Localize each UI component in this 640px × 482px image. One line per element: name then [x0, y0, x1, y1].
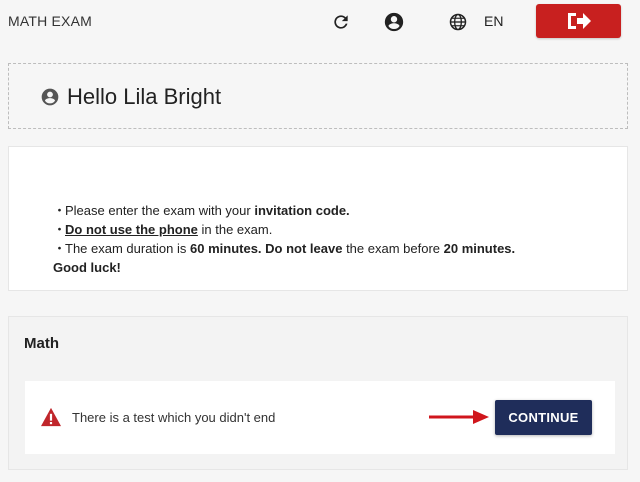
language-button[interactable]: [446, 10, 470, 34]
account-button[interactable]: [382, 10, 406, 34]
account-circle-icon: [384, 12, 404, 32]
warning-icon: [41, 407, 61, 427]
logout-button[interactable]: [536, 4, 621, 38]
instruction-good-luck: Good luck!: [53, 260, 121, 275]
top-bar: MATH EXAM EN: [0, 0, 640, 44]
refresh-icon: [334, 15, 348, 29]
greeting-text: Hello Lila Bright: [67, 84, 222, 109]
logout-icon: [567, 13, 591, 29]
instructions-list: ・Please enter the exam with your invitat…: [53, 201, 515, 277]
exam-name: Math: [24, 335, 59, 352]
unfinished-test-notice: There is a test which you didn't end CON…: [25, 381, 615, 454]
exam-card: Math There is a test which you didn't en…: [8, 316, 628, 470]
instructions-panel: ・Please enter the exam with your invitat…: [8, 146, 628, 291]
language-label[interactable]: EN: [484, 13, 503, 29]
user-avatar-icon: [41, 88, 59, 106]
continue-button[interactable]: CONTINUE: [495, 400, 592, 435]
instruction-invitation-code: ・Please enter the exam with your invitat…: [53, 203, 350, 218]
instruction-duration: ・The exam duration is 60 minutes. Do not…: [53, 241, 516, 256]
arrow-right-icon: [429, 410, 489, 424]
app-title: MATH EXAM: [8, 13, 92, 29]
globe-icon: [449, 13, 467, 31]
refresh-button[interactable]: [329, 10, 353, 34]
instruction-no-phone: ・Do not use the phone in the exam.: [53, 222, 273, 237]
notice-text: There is a test which you didn't end: [72, 410, 276, 425]
greeting-panel: Hello Lila Bright: [8, 63, 628, 129]
